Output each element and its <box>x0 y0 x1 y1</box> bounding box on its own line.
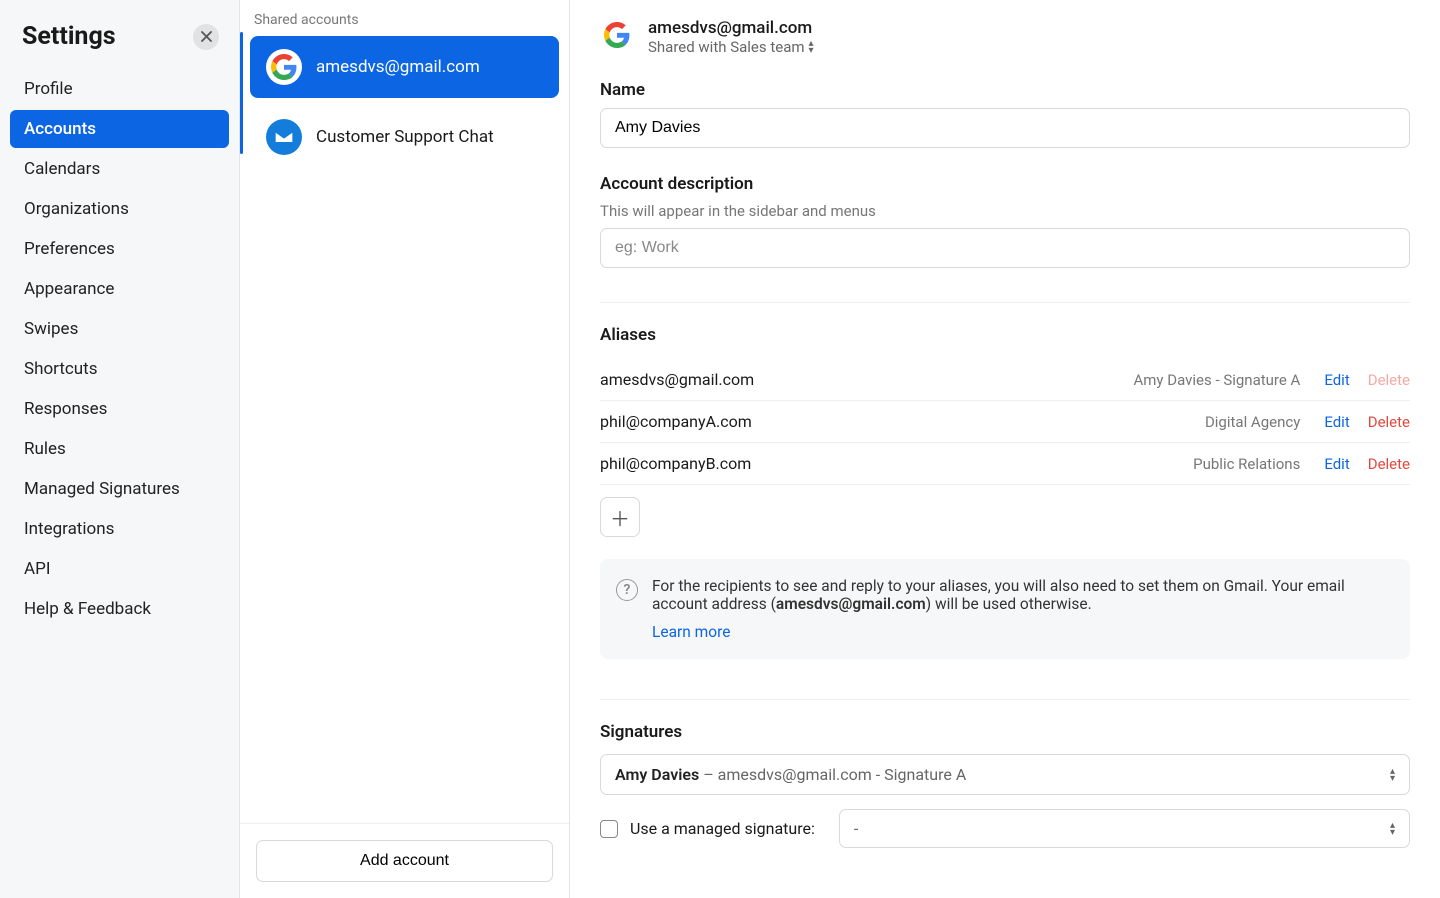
account-item-support-chat[interactable]: Customer Support Chat <box>250 106 559 168</box>
alias-delete-button[interactable]: Delete <box>1368 413 1410 431</box>
sidebar-item-calendars[interactable]: Calendars <box>10 150 229 188</box>
chevron-updown-icon: ▴▾ <box>1390 822 1395 836</box>
alias-name: Digital Agency <box>1205 413 1300 431</box>
sidebar-item-help-feedback[interactable]: Help & Feedback <box>10 590 229 628</box>
sidebar-item-managed-signatures[interactable]: Managed Signatures <box>10 470 229 508</box>
name-label: Name <box>600 80 1410 100</box>
chevron-updown-icon: ▴▾ <box>809 40 814 54</box>
account-label: amesdvs@gmail.com <box>316 57 480 77</box>
sidebar-item-profile[interactable]: Profile <box>10 70 229 108</box>
close-icon <box>201 31 212 42</box>
managed-signature-checkbox[interactable] <box>600 820 618 838</box>
name-input[interactable] <box>600 108 1410 148</box>
main-content: amesdvs@gmail.com Shared with Sales team… <box>570 0 1440 898</box>
sidebar-item-appearance[interactable]: Appearance <box>10 270 229 308</box>
alias-email: phil@companyB.com <box>600 454 1193 473</box>
info-text-post: ) will be used otherwise. <box>926 595 1092 613</box>
selection-indicator <box>240 32 243 154</box>
alias-delete-button[interactable]: Delete <box>1368 455 1410 473</box>
info-text-bold: amesdvs@gmail.com <box>776 595 926 613</box>
signatures-label: Signatures <box>600 722 1410 742</box>
signature-select[interactable]: Amy Davies – amesdvs@gmail.com - Signatu… <box>600 754 1410 795</box>
alias-edit-button[interactable]: Edit <box>1324 413 1349 431</box>
divider <box>600 699 1410 700</box>
signature-select-bold: Amy Davies <box>615 765 699 784</box>
account-item-gmail[interactable]: amesdvs@gmail.com <box>250 36 559 98</box>
managed-signature-value: - <box>854 819 858 838</box>
google-icon <box>600 18 634 52</box>
aliases-label: Aliases <box>600 325 1410 345</box>
alias-edit-button[interactable]: Edit <box>1324 371 1349 389</box>
managed-signature-row: Use a managed signature: - ▴▾ <box>600 809 1410 858</box>
alias-row: phil@companyB.com Public Relations Edit … <box>600 443 1410 485</box>
alias-edit-button[interactable]: Edit <box>1324 455 1349 473</box>
account-header: amesdvs@gmail.com Shared with Sales team… <box>600 18 1410 56</box>
account-email: amesdvs@gmail.com <box>648 18 814 38</box>
divider <box>600 302 1410 303</box>
alias-delete-button[interactable]: Delete <box>1368 371 1410 389</box>
sidebar-title: Settings <box>22 22 116 51</box>
alias-email: amesdvs@gmail.com <box>600 370 1133 389</box>
help-icon: ? <box>616 579 638 601</box>
sidebar-item-api[interactable]: API <box>10 550 229 588</box>
accounts-header: Shared accounts <box>240 0 569 32</box>
sidebar-item-organizations[interactable]: Organizations <box>10 190 229 228</box>
sidebar-item-swipes[interactable]: Swipes <box>10 310 229 348</box>
shared-with-dropdown[interactable]: Shared with Sales team ▴▾ <box>648 38 814 56</box>
alias-name: Public Relations <box>1193 455 1300 473</box>
sidebar-header: Settings <box>8 16 231 69</box>
managed-signature-label: Use a managed signature: <box>630 819 815 838</box>
description-label: Account description <box>600 174 1410 194</box>
sidebar-item-responses[interactable]: Responses <box>10 390 229 428</box>
accounts-column: Shared accounts amesdvs@gmail.com Custom… <box>240 0 570 898</box>
plus-icon: ＋ <box>610 503 630 532</box>
chevron-updown-icon: ▴▾ <box>1390 768 1395 782</box>
shared-with-label: Shared with Sales team <box>648 38 805 56</box>
signature-select-rest: – amesdvs@gmail.com - Signature A <box>699 765 966 784</box>
sidebar-item-preferences[interactable]: Preferences <box>10 230 229 268</box>
sidebar-item-accounts[interactable]: Accounts <box>10 110 229 148</box>
learn-more-link[interactable]: Learn more <box>652 623 730 641</box>
sidebar-item-shortcuts[interactable]: Shortcuts <box>10 350 229 388</box>
info-text: For the recipients to see and reply to y… <box>652 577 1392 641</box>
alias-name: Amy Davies - Signature A <box>1133 371 1300 389</box>
add-account-button[interactable]: Add account <box>256 840 553 882</box>
alias-email: phil@companyA.com <box>600 412 1205 431</box>
description-input[interactable] <box>600 228 1410 268</box>
sidebar-item-integrations[interactable]: Integrations <box>10 510 229 548</box>
alias-row: amesdvs@gmail.com Amy Davies - Signature… <box>600 359 1410 401</box>
alias-row: phil@companyA.com Digital Agency Edit De… <box>600 401 1410 443</box>
accounts-footer: Add account <box>240 823 569 898</box>
add-alias-button[interactable]: ＋ <box>600 497 640 537</box>
signature-select-label: Amy Davies – amesdvs@gmail.com - Signatu… <box>615 765 966 784</box>
info-box: ? For the recipients to see and reply to… <box>600 559 1410 659</box>
sidebar-item-rules[interactable]: Rules <box>10 430 229 468</box>
account-label: Customer Support Chat <box>316 127 494 147</box>
close-button[interactable] <box>193 24 219 50</box>
google-icon <box>266 49 302 85</box>
managed-signature-select[interactable]: - ▴▾ <box>839 809 1410 848</box>
settings-sidebar: Settings Profile Accounts Calendars Orga… <box>0 0 240 898</box>
description-sublabel: This will appear in the sidebar and menu… <box>600 202 1410 220</box>
chat-icon <box>266 119 302 155</box>
